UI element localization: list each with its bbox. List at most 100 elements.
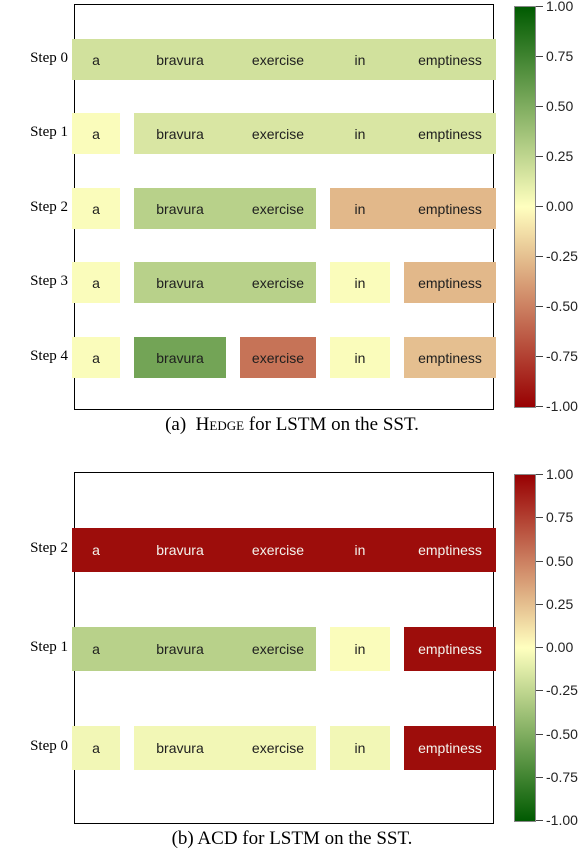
cell-gap: [390, 188, 404, 229]
colorbar-tick: [536, 647, 543, 648]
colorbar-tick: [536, 561, 543, 562]
word-cell: emptiness: [404, 337, 496, 378]
step-label: Step 4: [16, 348, 68, 365]
colorbar-tick-label: 1.00: [546, 0, 573, 14]
colorbar-tick: [536, 406, 543, 407]
cell-gap: [226, 113, 240, 154]
cell-gap: [226, 627, 240, 671]
colorbar-tick: [536, 604, 543, 605]
word-cell: exercise: [240, 262, 316, 303]
word-cell: emptiness: [404, 627, 496, 671]
colorbar-tick: [536, 474, 543, 475]
step-label: Step 0: [16, 50, 68, 67]
word-cell: in: [330, 528, 390, 572]
colorbar-tick-label: -1.00: [546, 398, 578, 414]
cell-gap: [316, 627, 330, 671]
plot-a-wrap: a bravura exercise in emptiness a bravura exerc…: [16, 4, 568, 410]
colorbar-tick: [536, 156, 543, 157]
word-cell: a: [72, 39, 120, 80]
heatmap-row: abravuraexerciseinemptiness: [72, 188, 496, 229]
cell-gap: [120, 528, 134, 572]
cell-gap: [390, 39, 404, 80]
word-cell: exercise: [240, 726, 316, 770]
colorbar-b: 1.000.750.500.250.00-0.25-0.50-0.75-1.00: [514, 474, 568, 822]
word-cell: bravura: [134, 627, 226, 671]
cell-gap: [316, 188, 330, 229]
cell-gap: [120, 726, 134, 770]
word-cell: in: [330, 627, 390, 671]
cell-gap: [226, 188, 240, 229]
word-cell: in: [330, 39, 390, 80]
word-cell: bravura: [134, 726, 226, 770]
colorbar-tick: [536, 6, 543, 7]
colorbar-tick-label: 0.00: [546, 639, 573, 655]
caption-b: (b) ACD for LSTM on the SST.: [16, 828, 568, 850]
colorbar-tick-label: 0.25: [546, 596, 573, 612]
heatmap-row: abravuraexerciseinemptiness: [72, 627, 496, 671]
heatmap-row: abravuraexerciseinemptiness: [72, 262, 496, 303]
word-cell: bravura: [134, 528, 226, 572]
word-cell: in: [330, 337, 390, 378]
colorbar-tick-label: -0.25: [546, 248, 578, 264]
cell-gap: [316, 528, 330, 572]
cell-gap: [120, 337, 134, 378]
word-cell: in: [330, 113, 390, 154]
word-cell: a: [72, 726, 120, 770]
word-cell: emptiness: [404, 262, 496, 303]
step-label: Step 0: [16, 738, 68, 755]
cell-gap: [226, 262, 240, 303]
plot-b-wrap: abravuraexerciseinemptinessabravuraexerc…: [16, 472, 568, 824]
heatmap-row: a bravura exercise in emptiness: [72, 39, 496, 80]
colorbar-tick: [536, 306, 543, 307]
colorbar-tick-label: -0.75: [546, 348, 578, 364]
cell-gap: [226, 726, 240, 770]
word-cell: exercise: [240, 39, 316, 80]
word-cell: emptiness: [404, 188, 496, 229]
plot-a-area: a bravura exercise in emptiness a bravura exerc…: [74, 4, 494, 410]
cell-gap: [316, 726, 330, 770]
word-cell: bravura: [134, 188, 226, 229]
word-cell: exercise: [240, 113, 316, 154]
colorbar-tick: [536, 690, 543, 691]
colorbar-a-gradient: [514, 6, 536, 408]
colorbar-tick: [536, 256, 543, 257]
colorbar-tick-label: -0.50: [546, 298, 578, 314]
word-cell: in: [330, 726, 390, 770]
word-cell: a: [72, 188, 120, 229]
colorbar-tick-label: 1.00: [546, 466, 573, 482]
colorbar-tick-label: 0.75: [546, 509, 573, 525]
colorbar-tick: [536, 56, 543, 57]
caption-a-suffix: for LSTM on the SST.: [244, 414, 419, 435]
cell-gap: [226, 337, 240, 378]
colorbar-tick-label: -0.75: [546, 769, 578, 785]
cell-gap: [316, 39, 330, 80]
cell-gap: [120, 188, 134, 229]
panel-b: abravuraexerciseinemptinessabravuraexerc…: [16, 472, 568, 852]
cell-gap: [226, 528, 240, 572]
word-cell: exercise: [240, 188, 316, 229]
colorbar-tick-label: 0.00: [546, 198, 573, 214]
word-cell: emptiness: [404, 39, 496, 80]
cell-gap: [120, 627, 134, 671]
word-cell: a: [72, 113, 120, 154]
word-cell: in: [330, 262, 390, 303]
cell-gap: [316, 113, 330, 154]
colorbar-tick: [536, 820, 543, 821]
cell-gap: [316, 337, 330, 378]
cell-gap: [316, 262, 330, 303]
step-label: Step 3: [16, 273, 68, 290]
cell-gap: [390, 726, 404, 770]
colorbar-tick: [536, 106, 543, 107]
panel-a: a bravura exercise in emptiness a bravura exerc…: [16, 4, 568, 440]
heatmap-row: abravuraexerciseinemptiness: [72, 113, 496, 154]
colorbar-tick: [536, 356, 543, 357]
cell-gap: [120, 262, 134, 303]
heatmap-row: abravuraexerciseinemptiness: [72, 528, 496, 572]
word-cell: a: [72, 337, 120, 378]
colorbar-tick: [536, 517, 543, 518]
step-label: Step 2: [16, 540, 68, 557]
cell-gap: [390, 113, 404, 154]
cell-gap: [120, 39, 134, 80]
word-cell: a: [72, 627, 120, 671]
word-cell: bravura: [134, 39, 226, 80]
